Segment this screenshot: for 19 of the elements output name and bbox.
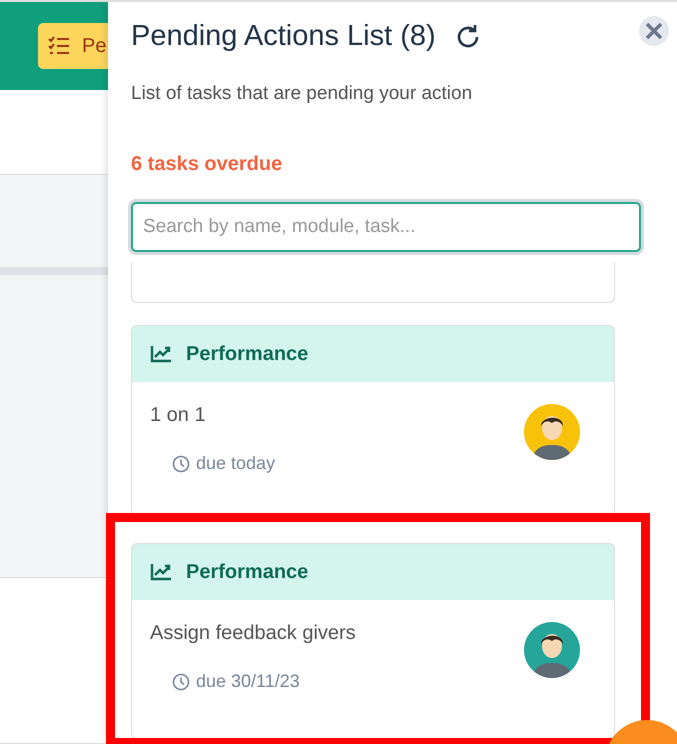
panel-subtitle: List of tasks that are pending your action	[131, 83, 474, 105]
task-name: Assign feedback givers	[150, 622, 356, 645]
overdue-count: 6 tasks overdue	[131, 153, 284, 176]
chart-line-icon	[150, 563, 172, 581]
chart-line-icon	[150, 345, 172, 363]
close-button[interactable]	[639, 16, 669, 46]
task-card[interactable]: Performance Assign feedback givers due 30/11/23	[131, 543, 615, 739]
panel-title: Pending Actions List (8)	[131, 20, 436, 53]
clock-icon	[172, 454, 190, 472]
header-button[interactable]: Pe	[38, 23, 108, 69]
checklist-icon	[48, 36, 70, 56]
task-name: 1 on 1	[150, 404, 207, 427]
search-field[interactable]: Search by name, module, task...	[131, 202, 641, 252]
module-label: Performance	[186, 560, 308, 584]
clock-icon	[172, 672, 190, 690]
module-label: Performance	[186, 342, 308, 366]
close-icon	[645, 22, 663, 40]
due-date: due today	[196, 453, 276, 474]
due-date: due 30/11/23	[196, 671, 300, 692]
